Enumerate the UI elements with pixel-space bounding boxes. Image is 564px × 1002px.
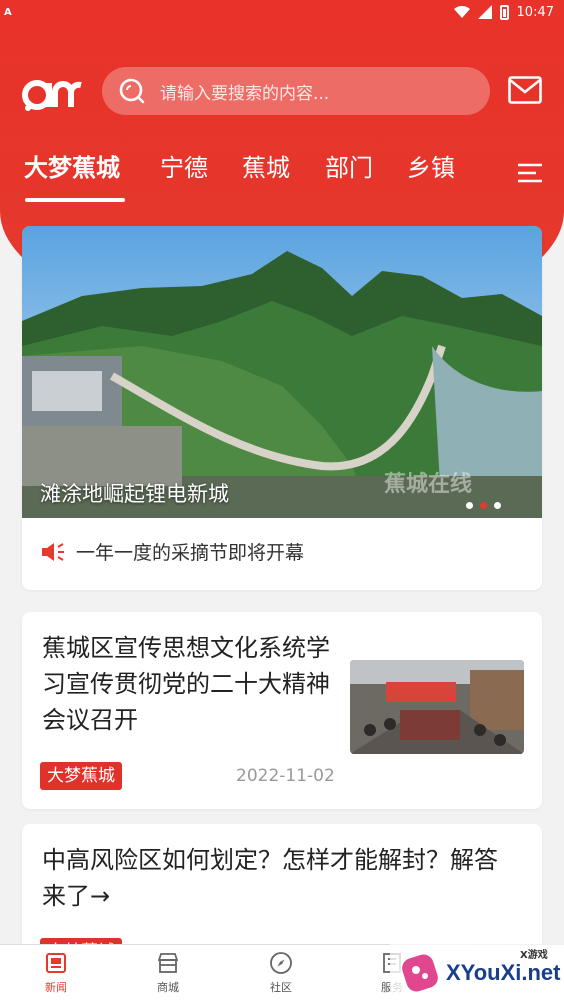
banner-caption: 滩涂地崛起锂电新城 (40, 482, 229, 506)
announcement-bar[interactable]: 一年一度的采摘节即将开幕 (40, 538, 304, 565)
tab-jiaocheng[interactable]: 蕉城 (242, 148, 290, 183)
nav-news-label: 新闻 (45, 981, 67, 994)
tab-ningde[interactable]: 宁德 (160, 148, 208, 183)
news-date: 2022-11-02 (236, 766, 335, 786)
site-watermark-text: XYouXi.net (446, 960, 561, 985)
news-card[interactable]: 中高风险区如何划定？怎样才能解封？解答来了→ 大梦蕉城 (22, 824, 542, 966)
app-logo[interactable]: am (22, 70, 84, 114)
store-icon (157, 953, 179, 973)
banner-watermark: 蕉城在线 (384, 472, 473, 497)
news-title[interactable]: 蕉城区宣传思想文化系统学习宣传贯彻党的二十大精神会议召开 (42, 630, 342, 738)
tab-departments[interactable]: 部门 (325, 148, 373, 183)
news-icon (46, 953, 66, 973)
battery-icon (499, 4, 509, 20)
wifi-icon (453, 6, 470, 18)
nav-community-label: 社区 (270, 981, 292, 994)
compass-icon (270, 952, 292, 974)
search-input[interactable]: 请输入要搜索的内容... (102, 67, 490, 115)
carousel-dot[interactable] (466, 502, 473, 509)
carousel-dots (466, 502, 501, 509)
status-time: 10:47 (516, 4, 554, 20)
carousel-dot[interactable] (494, 502, 501, 509)
news-channel-tag: 大梦蕉城 (40, 762, 122, 790)
carousel-dot-active[interactable] (480, 502, 487, 509)
tab-towns[interactable]: 乡镇 (407, 148, 455, 183)
nav-news[interactable]: 新闻 (26, 951, 86, 995)
mail-icon[interactable] (508, 76, 542, 104)
channel-menu-icon[interactable] (516, 162, 544, 184)
news-thumbnail[interactable] (350, 660, 524, 754)
news-card[interactable]: 蕉城区宣传思想文化系统学习宣传贯彻党的二十大精神会议召开 大梦蕉城 2022-1… (22, 612, 542, 809)
nav-store[interactable]: 商城 (138, 951, 198, 995)
announcement-text: 一年一度的采摘节即将开幕 (76, 542, 305, 564)
channel-tabs: 大梦蕉城 宁德 蕉城 部门 乡镇 (0, 148, 564, 204)
tab-dameng-jiaocheng[interactable]: 大梦蕉城 (24, 148, 120, 183)
top-bar: am 请输入要搜索的内容... (0, 64, 564, 118)
featured-banner[interactable]: 蕉城在线 滩涂地崛起锂电新城 一年一度的采摘节即将开幕 (22, 226, 542, 590)
site-watermark-label: X游戏 (520, 950, 548, 961)
nav-community[interactable]: 社区 (251, 951, 311, 995)
search-icon (119, 78, 145, 104)
nav-store-label: 商城 (157, 981, 179, 994)
search-placeholder: 请输入要搜索的内容... (160, 83, 330, 104)
megaphone-icon (42, 542, 64, 561)
news-title[interactable]: 中高风险区如何划定？怎样才能解封？解答来了→ (42, 842, 512, 914)
status-bar: A 10:47 (0, 0, 564, 24)
signal-icon (477, 5, 492, 19)
active-tab-indicator (25, 198, 125, 202)
carrier-glyph: A (4, 6, 12, 18)
